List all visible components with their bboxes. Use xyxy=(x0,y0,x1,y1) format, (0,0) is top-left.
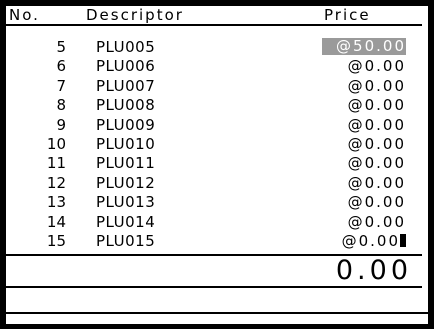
column-header-descriptor: Descriptor xyxy=(86,6,184,24)
plu-price[interactable]: @0.00 xyxy=(324,57,406,76)
plu-price-text: @0.00 xyxy=(347,115,406,134)
plu-price-text: @0.00 xyxy=(347,154,406,173)
plu-price[interactable]: @0.00 xyxy=(324,96,406,115)
plu-number: 12 xyxy=(46,173,66,192)
plu-descriptor: PLU012 xyxy=(96,173,156,192)
table-row[interactable]: 9 PLU009 @0.00 xyxy=(6,116,422,135)
plu-price-text: @0.00 xyxy=(347,76,406,95)
plu-descriptor: PLU007 xyxy=(96,76,156,95)
table-header: No. Descriptor Price xyxy=(6,6,422,26)
status-separator xyxy=(6,312,428,314)
plu-price[interactable]: @0.00 xyxy=(324,213,406,232)
plu-price[interactable]: @0.00 xyxy=(324,135,406,154)
plu-price-text: @0.00 xyxy=(341,231,400,250)
plu-descriptor: PLU013 xyxy=(96,193,156,212)
plu-price[interactable]: @0.00 xyxy=(324,174,406,193)
plu-number: 14 xyxy=(46,212,66,231)
plu-number: 6 xyxy=(56,57,66,76)
plu-descriptor: PLU008 xyxy=(96,96,156,115)
plu-number: 15 xyxy=(46,231,66,250)
column-header-no: No. xyxy=(9,6,40,24)
plu-descriptor: PLU009 xyxy=(96,115,156,134)
plu-price[interactable]: @0.00 xyxy=(324,232,406,251)
table-row[interactable]: 11 PLU011 @0.00 xyxy=(6,154,422,173)
plu-number: 13 xyxy=(46,193,66,212)
plu-number: 10 xyxy=(46,134,66,153)
plu-price-text: @50.00 xyxy=(336,37,406,55)
table-row[interactable]: 14 PLU014 @0.00 xyxy=(6,213,422,232)
plu-descriptor: PLU011 xyxy=(96,154,156,173)
plu-list: 5 PLU005 @50.00 6 PLU006 @0.00 7 PLU007 @0.00 8 PL… xyxy=(6,38,422,251)
table-row[interactable]: 6 PLU006 @0.00 xyxy=(6,57,422,76)
plu-price-text: @0.00 xyxy=(347,134,406,153)
plu-descriptor: PLU015 xyxy=(96,231,156,250)
plu-number: 11 xyxy=(46,154,66,173)
table-row[interactable]: 12 PLU012 @0.00 xyxy=(6,174,422,193)
table-row[interactable]: 5 PLU005 @50.00 xyxy=(6,38,422,57)
plu-price[interactable]: @50.00 xyxy=(322,38,406,55)
plu-price-text: @0.00 xyxy=(347,193,406,212)
column-header-price: Price xyxy=(324,6,371,24)
plu-price-text: @0.00 xyxy=(347,96,406,115)
table-row[interactable]: 15 PLU015 @0.00 xyxy=(6,232,422,251)
total-display: 0.00 xyxy=(6,256,422,288)
plu-descriptor: PLU006 xyxy=(96,57,156,76)
table-row[interactable]: 8 PLU008 @0.00 xyxy=(6,96,422,115)
plu-price[interactable]: @0.00 xyxy=(324,154,406,173)
text-cursor xyxy=(400,233,406,247)
pos-screen: No. Descriptor Price 5 PLU005 @50.00 6 PLU00… xyxy=(6,6,428,324)
table-row[interactable]: 13 PLU013 @0.00 xyxy=(6,193,422,212)
plu-price[interactable]: @0.00 xyxy=(324,77,406,96)
table-row[interactable]: 7 PLU007 @0.00 xyxy=(6,77,422,96)
plu-price[interactable]: @0.00 xyxy=(324,193,406,212)
plu-price-text: @0.00 xyxy=(347,212,406,231)
plu-descriptor: PLU014 xyxy=(96,212,156,231)
plu-descriptor: PLU005 xyxy=(96,38,156,56)
total-value: 0.00 xyxy=(335,255,412,286)
plu-price[interactable]: @0.00 xyxy=(324,116,406,135)
plu-number: 7 xyxy=(56,76,66,95)
plu-number: 5 xyxy=(56,38,66,56)
plu-number: 9 xyxy=(56,115,66,134)
plu-descriptor: PLU010 xyxy=(96,134,156,153)
table-row[interactable]: 10 PLU010 @0.00 xyxy=(6,135,422,154)
plu-number: 8 xyxy=(56,96,66,115)
plu-price-text: @0.00 xyxy=(347,57,406,76)
plu-price-text: @0.00 xyxy=(347,173,406,192)
